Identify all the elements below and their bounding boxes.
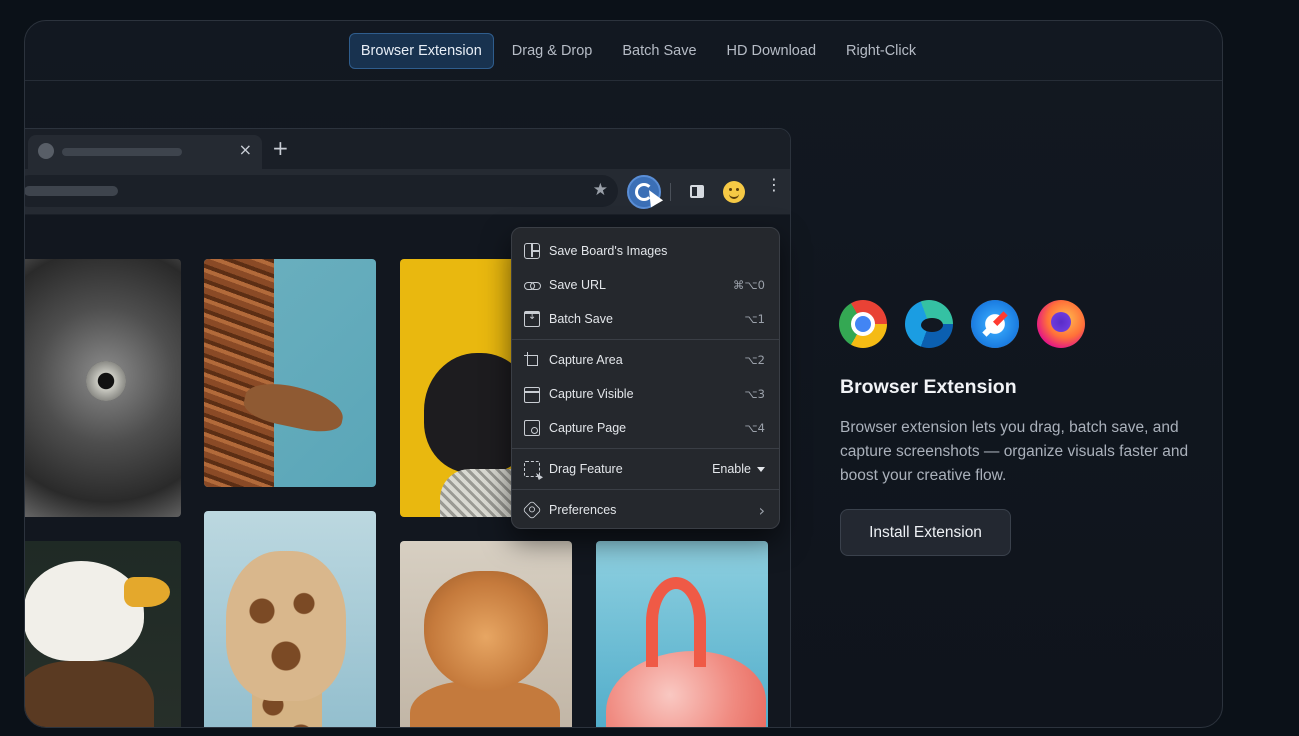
owl-image[interactable]	[25, 259, 181, 517]
safari-icon[interactable]	[971, 300, 1019, 348]
drag-icon	[524, 461, 540, 477]
edge-icon[interactable]	[905, 300, 953, 348]
menu-divider	[512, 448, 779, 449]
eagle-beak	[124, 577, 170, 607]
install-extension-button[interactable]: Install Extension	[840, 509, 1011, 556]
cat-image[interactable]	[400, 541, 572, 727]
chrome-icon[interactable]	[839, 300, 887, 348]
menu-label: Capture Visible	[549, 387, 634, 401]
menu-item-save-board-images[interactable]: Save Board's Images	[512, 234, 779, 268]
tab-title-placeholder	[62, 148, 182, 156]
profile-emoji-icon[interactable]	[723, 181, 745, 203]
browser-tab[interactable]: ×	[28, 135, 262, 169]
tab-drag-drop[interactable]: Drag & Drop	[500, 33, 605, 69]
cat-head	[424, 571, 548, 691]
batch-save-icon	[524, 311, 540, 327]
menu-label: Batch Save	[549, 312, 613, 326]
feature-tabs: Browser Extension Drag & Drop Batch Save…	[25, 21, 1222, 81]
chevron-right-icon: ›	[758, 500, 765, 520]
hawk-wing	[204, 259, 274, 487]
flamingo-neck	[646, 577, 706, 667]
tab-hd-download[interactable]: HD Download	[715, 33, 828, 69]
browser-toolbar: ★ ⋮	[25, 169, 790, 215]
browser-tab-strip: × +	[25, 129, 790, 169]
address-bar[interactable]: ★	[25, 175, 618, 207]
flamingo-image[interactable]	[596, 541, 768, 727]
toolbar-divider	[670, 183, 671, 201]
browser-menu-icon[interactable]: ⋮	[766, 177, 782, 193]
menu-label: Capture Page	[549, 421, 627, 435]
url-placeholder	[25, 186, 118, 196]
browser-logos	[839, 300, 1085, 348]
menu-label: Drag Feature	[549, 462, 623, 476]
menu-item-capture-visible[interactable]: Capture Visible ⌥3	[512, 377, 779, 411]
showcase-frame: Browser Extension Drag & Drop Batch Save…	[24, 20, 1223, 728]
side-panel-icon[interactable]	[690, 185, 704, 198]
menu-item-batch-save[interactable]: Batch Save ⌥1	[512, 302, 779, 336]
menu-shortcut: ⌥3	[744, 387, 765, 401]
tab-right-click[interactable]: Right-Click	[834, 33, 928, 69]
menu-shortcut: ⌥4	[744, 421, 765, 435]
extension-context-menu: Save Board's Images Save URL ⌘⌥0 Batch S…	[511, 227, 780, 529]
window-icon	[524, 387, 540, 403]
giraffe-head	[226, 551, 346, 701]
page-capture-icon	[524, 420, 540, 436]
owl-eye	[86, 361, 126, 401]
menu-item-preferences[interactable]: Preferences ›	[512, 493, 779, 527]
link-icon	[524, 277, 541, 293]
menu-label: Save URL	[549, 278, 606, 292]
menu-shortcut: ⌘⌥0	[732, 278, 765, 292]
menu-item-capture-page[interactable]: Capture Page ⌥4	[512, 411, 779, 445]
close-tab-icon[interactable]: ×	[239, 140, 252, 159]
eagle-image[interactable]	[25, 541, 181, 727]
caret-down-icon	[757, 466, 765, 472]
menu-shortcut: ⌥1	[744, 312, 765, 326]
firefox-icon[interactable]	[1037, 300, 1085, 348]
gear-icon	[522, 500, 542, 520]
board-icon	[524, 243, 540, 259]
eagle-body	[25, 661, 154, 727]
eagle-head	[25, 561, 144, 661]
menu-divider	[512, 339, 779, 340]
tab-batch-save[interactable]: Batch Save	[610, 33, 708, 69]
drag-feature-value: Enable	[712, 462, 751, 476]
crop-icon	[524, 352, 540, 368]
bookmark-star-icon[interactable]: ★	[593, 180, 608, 200]
menu-label: Preferences	[549, 503, 617, 517]
menu-shortcut: ⌥2	[744, 353, 765, 367]
feature-title: Browser Extension	[840, 376, 1017, 398]
menu-item-capture-area[interactable]: Capture Area ⌥2	[512, 343, 779, 377]
feature-description: Browser extension lets you drag, batch s…	[840, 419, 1189, 484]
menu-item-save-url[interactable]: Save URL ⌘⌥0	[512, 268, 779, 302]
giraffe-image[interactable]	[204, 511, 376, 727]
menu-item-drag-feature[interactable]: Drag Feature Enable	[512, 452, 779, 486]
menu-label: Capture Area	[549, 353, 623, 367]
menu-label: Save Board's Images	[549, 244, 668, 258]
drag-feature-select[interactable]: Enable	[712, 462, 765, 476]
tab-browser-extension[interactable]: Browser Extension	[348, 32, 494, 69]
favicon-placeholder-icon	[38, 143, 54, 159]
new-tab-icon[interactable]: +	[272, 136, 289, 160]
menu-divider	[512, 489, 779, 490]
hawk-image[interactable]	[204, 259, 376, 487]
